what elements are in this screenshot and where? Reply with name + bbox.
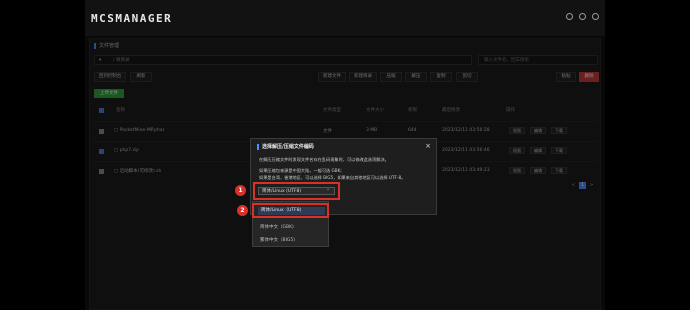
dialog-line-2: 如果压缩包来源是中国大陆，一般可选 GBK; — [259, 168, 342, 173]
notification-icon[interactable] — [566, 13, 573, 20]
option-utf8[interactable]: 简体/Linux（UTF8) — [258, 207, 325, 215]
app-logo: MCSMANAGER — [91, 12, 173, 25]
callout-badge-1: 1 — [235, 185, 246, 196]
select-value: 简体/Linux (UTF8) — [262, 189, 302, 194]
option-big5[interactable]: 繁体中文（BIG5) — [260, 237, 295, 243]
dialog-line-3: 如果是台湾，香港地区，可以选择 BIG5，如果来自其他地区可以选择 UTF-8。 — [259, 175, 406, 180]
encoding-select-highlight: 简体/Linux (UTF8) ⌃ — [253, 182, 340, 200]
option-gbk[interactable]: 简体中文（GBK) — [260, 224, 294, 230]
top-bar: MCSMANAGER — [85, 0, 605, 36]
encoding-select[interactable]: 简体/Linux (UTF8) ⌃ — [258, 187, 335, 195]
chevron-up-icon: ⌃ — [326, 189, 330, 194]
close-icon[interactable]: × — [425, 142, 431, 150]
power-icon[interactable] — [592, 13, 599, 20]
callout-badge-2: 2 — [237, 205, 248, 216]
selected-option-highlight: 简体/Linux（UTF8) — [252, 203, 329, 218]
dialog-title: 选择解压/压缩文件编码 — [257, 144, 314, 150]
dialog-line-1: 在解压压缩文件时发现文件名存在乱码现象时，可以修改此选项解决。 — [259, 157, 389, 162]
user-icon[interactable] — [579, 13, 586, 20]
